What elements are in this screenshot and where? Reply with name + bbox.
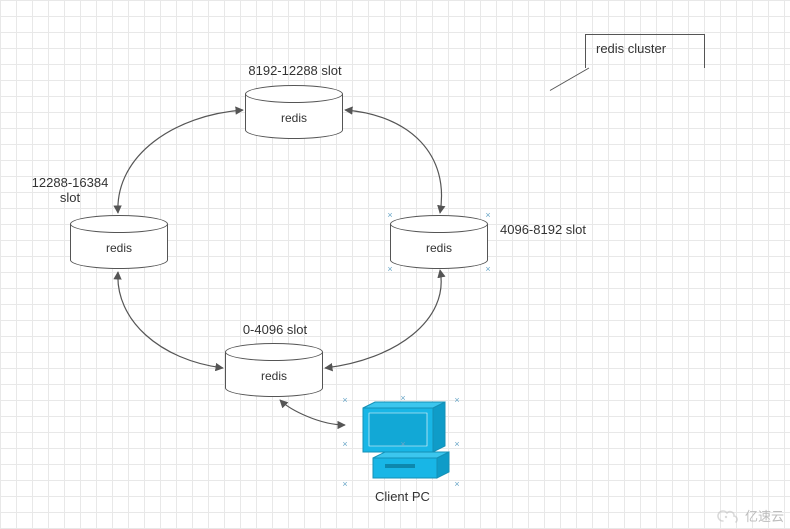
resize-handle-icon: × [341,440,349,448]
client-pc: Client PC × × × × × × × × [345,400,460,504]
slot-label-top: 8192-12288 slot [230,63,360,78]
redis-node-right-label: redis [390,241,488,255]
resize-handle-icon: × [341,480,349,488]
resize-handle-icon: × [341,396,349,404]
slot-label-bottom: 0-4096 slot [225,322,325,337]
resize-handle-icon: × [484,265,492,273]
frame-leader-line [550,68,589,91]
redis-node-bottom: redis [225,343,323,397]
resize-handle-icon: × [453,440,461,448]
redis-node-top-label: redis [245,111,343,125]
resize-handle-icon: × [386,211,394,219]
slot-label-right: 4096-8192 slot [500,222,610,237]
resize-handle-icon: × [484,211,492,219]
cluster-frame-title: redis cluster [596,41,666,56]
redis-node-bottom-label: redis [225,369,323,383]
slot-label-left: 12288-16384 slot [20,175,120,205]
watermark-text: 亿速云 [745,506,784,525]
resize-handle-icon: × [386,265,394,273]
resize-handle-icon: × [399,394,407,402]
watermark: 亿速云 [717,506,784,525]
redis-node-top: redis [245,85,343,139]
client-pc-label: Client PC [345,489,460,504]
redis-node-left-label: redis [70,241,168,255]
diagram-stage: redis cluster 8192-12288 slot 4096-8192 … [0,0,790,529]
resize-handle-icon: × [453,480,461,488]
redis-node-right: redis [390,215,488,269]
redis-node-left: redis [70,215,168,269]
resize-handle-icon: × [453,396,461,404]
cluster-frame: redis cluster [585,34,705,68]
resize-handle-icon: × [399,440,407,448]
